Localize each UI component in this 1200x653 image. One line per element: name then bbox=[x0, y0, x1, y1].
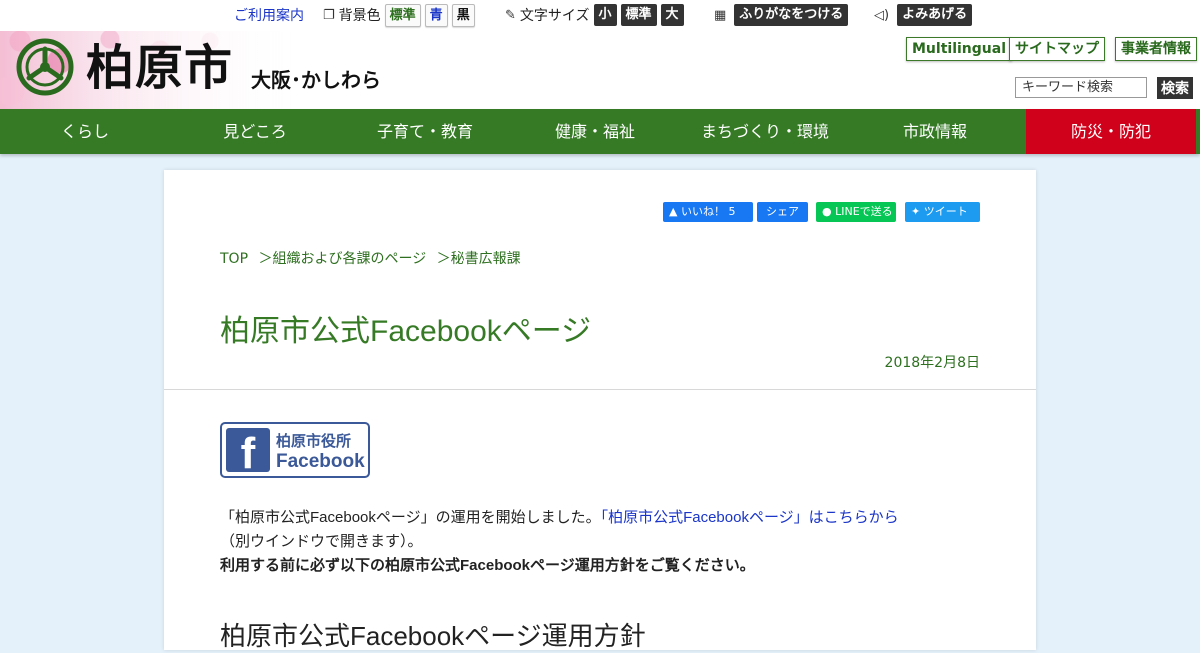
sitemap-button[interactable]: サイトマップ bbox=[1009, 37, 1105, 61]
line-send-button[interactable]: ● LINEで送る bbox=[816, 202, 896, 222]
facebook-like-button[interactable]: ▲ いいね！ 5 bbox=[663, 202, 753, 222]
city-emblem-icon[interactable] bbox=[16, 38, 74, 96]
banner-line1: 柏原市役所 bbox=[276, 432, 352, 450]
font-size-group: ✎ 文字サイズ 小 標準 大 bbox=[505, 4, 684, 26]
tweet-button[interactable]: ✦ ツイート bbox=[905, 202, 980, 222]
speaker-icon: ◁) bbox=[874, 7, 890, 23]
readaloud-button[interactable]: よみあげる bbox=[897, 4, 973, 26]
banner-line2: Facebook bbox=[276, 451, 365, 472]
page-title: 柏原市公式Facebookページ bbox=[220, 315, 592, 348]
bg-black-button[interactable]: 黒 bbox=[451, 3, 475, 27]
bg-blue-button[interactable]: 青 bbox=[424, 3, 448, 27]
nav-item-town-environment[interactable]: まちづくり・環境 bbox=[680, 109, 850, 154]
furigana-button[interactable]: ふりがなをつける bbox=[734, 4, 849, 26]
keyword-search-input[interactable] bbox=[1015, 77, 1147, 98]
breadcrumb-secretary-pr[interactable]: ＞秘書広報課 bbox=[437, 251, 521, 267]
site-header: 柏原市 大阪･かしわら Multilingual サイトマップ 事業者情報 検索 bbox=[0, 31, 1200, 109]
bg-color-icon: ❐ bbox=[323, 7, 335, 23]
nav-item-city-admin[interactable]: 市政情報 bbox=[850, 109, 1020, 154]
tweet-label: ツイート bbox=[923, 205, 968, 218]
font-large-button[interactable]: 大 bbox=[660, 4, 684, 26]
breadcrumb: TOP ＞組織および各課のページ ＞秘書広報課 bbox=[220, 248, 527, 268]
policy-heading: 柏原市公式Facebookページ運用方針 bbox=[220, 621, 646, 651]
search-button[interactable]: 検索 bbox=[1157, 77, 1193, 99]
nav-item-health-welfare[interactable]: 健康・福祉 bbox=[510, 109, 680, 154]
multilingual-button[interactable]: Multilingual bbox=[906, 37, 1012, 61]
font-standard-button[interactable]: 標準 bbox=[620, 4, 657, 26]
facebook-banner[interactable]: f 柏原市役所 Facebook bbox=[220, 422, 370, 478]
business-info-button[interactable]: 事業者情報 bbox=[1115, 37, 1197, 61]
twitter-bird-icon: ✦ bbox=[911, 205, 924, 218]
nav-item-living[interactable]: くらし bbox=[0, 109, 170, 154]
new-window-note: （別ウインドウで開きます）。 bbox=[220, 533, 423, 550]
divider bbox=[164, 389, 1036, 390]
line-icon: ● bbox=[822, 205, 836, 218]
guide-link-wrap: ご利用案内 bbox=[234, 4, 304, 26]
intro-paragraph: 「柏原市公式Facebookページ」の運用を開始しました。「柏原市公式Faceb… bbox=[220, 506, 990, 578]
breadcrumb-top[interactable]: TOP bbox=[220, 251, 248, 267]
line-label: LINEで送る bbox=[835, 205, 893, 218]
font-size-icon: ✎ bbox=[505, 7, 516, 23]
global-nav: くらし 見どころ 子育て・教育 健康・福祉 まちづくり・環境 市政情報 防災・防… bbox=[0, 109, 1200, 154]
like-label: いいね！ 5 bbox=[680, 205, 736, 218]
bold-notice: 利用する前に必ず以下の柏原市公式Facebookページ運用方針をご覧ください。 bbox=[220, 557, 755, 574]
bg-standard-button[interactable]: 標準 bbox=[384, 3, 421, 27]
font-size-label: 文字サイズ bbox=[519, 8, 590, 24]
facebook-share-button[interactable]: シェア bbox=[757, 202, 808, 222]
furigana-group: ▦ ふりがなをつける bbox=[714, 4, 849, 26]
thumbs-up-icon: ▲ bbox=[669, 205, 681, 218]
nav-item-disaster-crime[interactable]: 防災・防犯 bbox=[1026, 109, 1196, 154]
nav-item-sights[interactable]: 見どころ bbox=[170, 109, 340, 154]
font-small-button[interactable]: 小 bbox=[593, 4, 617, 26]
bg-color-group: ❐ 背景色 標準 青 黒 bbox=[323, 3, 475, 27]
facebook-page-link[interactable]: 「柏原市公式Facebookページ」はこちらから bbox=[601, 509, 899, 526]
city-subtitle: 大阪･かしわら bbox=[251, 68, 381, 92]
breadcrumb-departments[interactable]: ＞組織および各課のページ bbox=[258, 251, 426, 267]
nav-item-childcare-education[interactable]: 子育て・教育 bbox=[340, 109, 510, 154]
utility-bar: ご利用案内 ❐ 背景色 標準 青 黒 ✎ 文字サイズ 小 標準 大 ▦ ふりがな… bbox=[0, 0, 1200, 31]
intro-text: 「柏原市公式Facebookページ」の運用を開始しました。 bbox=[220, 509, 601, 526]
bg-color-label: 背景色 bbox=[338, 8, 381, 24]
city-name-logo[interactable]: 柏原市 bbox=[86, 39, 233, 97]
furigana-icon: ▦ bbox=[714, 7, 727, 23]
guide-link[interactable]: ご利用案内 bbox=[234, 5, 304, 25]
facebook-f-icon: f bbox=[226, 428, 270, 472]
readaloud-group: ◁) よみあげる bbox=[874, 4, 973, 26]
content-card: ▲ いいね！ 5 シェア ● LINEで送る ✦ ツイート TOP ＞組織および… bbox=[164, 170, 1036, 651]
publish-date: 2018年2月8日 bbox=[884, 355, 980, 371]
